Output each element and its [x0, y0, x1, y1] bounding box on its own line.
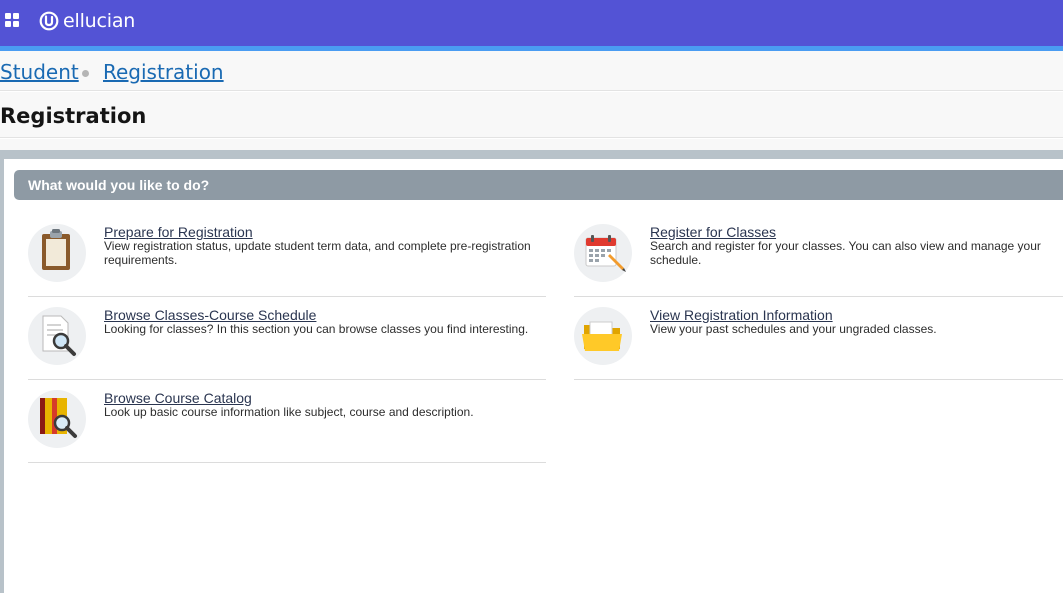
breadcrumb-registration-link[interactable]: Registration — [103, 60, 224, 84]
browse-classes-description: Looking for classes? In this section you… — [104, 322, 529, 336]
action-browse-course-catalog[interactable]: Browse Course Catalog Look up basic cour… — [28, 390, 546, 463]
title-bar: Registration — [0, 92, 1063, 138]
browse-classes-link[interactable]: Browse Classes-Course Schedule — [104, 307, 316, 323]
content-left-border — [0, 150, 4, 593]
section-header: What would you like to do? — [14, 170, 1063, 200]
browse-course-catalog-description: Look up basic course information like su… — [104, 405, 474, 419]
action-prepare-for-registration[interactable]: Prepare for Registration View registrati… — [28, 224, 546, 297]
view-registration-information-description: View your past schedules and your ungrad… — [650, 322, 937, 336]
ellucian-logo[interactable]: ellucian — [39, 10, 135, 32]
breadcrumb-student-link[interactable]: Student — [0, 60, 79, 84]
browse-course-catalog-link[interactable]: Browse Course Catalog — [104, 390, 252, 406]
top-bar: ellucian — [0, 0, 1063, 46]
breadcrumb-separator — [82, 70, 89, 77]
ellucian-logo-icon — [39, 11, 59, 31]
prepare-for-registration-description: View registration status, update student… — [104, 239, 531, 267]
action-register-for-classes[interactable]: Register for Classes Search and register… — [574, 224, 1063, 297]
calendar-edit-icon — [574, 224, 632, 282]
breadcrumb: Student Registration — [0, 51, 1063, 91]
title-spacer — [0, 139, 1063, 150]
book-search-icon — [28, 390, 86, 448]
prepare-for-registration-link[interactable]: Prepare for Registration — [104, 224, 253, 240]
page-title: Registration — [0, 104, 147, 128]
document-search-icon — [28, 307, 86, 365]
register-for-classes-link[interactable]: Register for Classes — [650, 224, 776, 240]
action-browse-classes[interactable]: Browse Classes-Course Schedule Looking f… — [28, 307, 546, 380]
view-registration-information-link[interactable]: View Registration Information — [650, 307, 833, 323]
content-top-border — [0, 150, 1063, 159]
logo-text: ellucian — [63, 10, 136, 32]
section-title: What would you like to do? — [28, 177, 210, 193]
action-view-registration-information[interactable]: View Registration Information View your … — [574, 307, 1063, 380]
apps-grid-icon[interactable] — [5, 13, 19, 27]
clipboard-icon — [28, 224, 86, 282]
folder-icon — [574, 307, 632, 365]
register-for-classes-description: Search and register for your classes. Yo… — [650, 239, 1041, 267]
